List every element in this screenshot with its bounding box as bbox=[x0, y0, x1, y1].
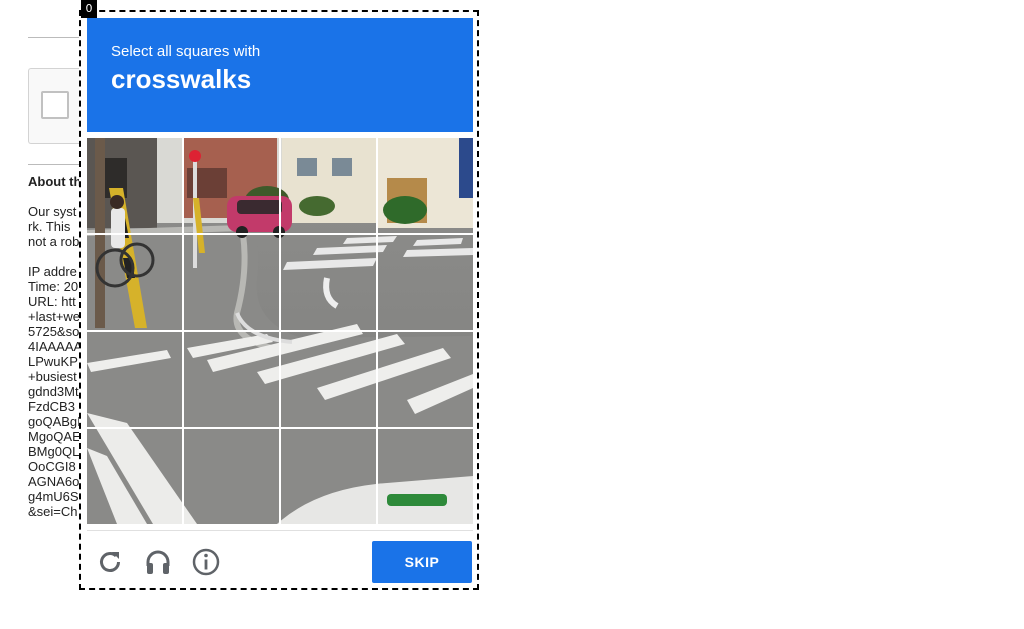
about-text-line: LPwuKPI bbox=[28, 354, 80, 369]
audio-icon[interactable] bbox=[142, 546, 174, 578]
about-text-line: gdnd3Mt bbox=[28, 384, 79, 399]
tile-image bbox=[378, 235, 473, 330]
image-tile[interactable] bbox=[281, 138, 376, 233]
about-text-line: +last+we bbox=[28, 309, 80, 324]
image-tile[interactable] bbox=[378, 332, 473, 427]
tile-image bbox=[378, 429, 473, 524]
image-tile[interactable] bbox=[184, 429, 279, 524]
image-tile[interactable] bbox=[281, 332, 376, 427]
tile-image bbox=[87, 332, 182, 427]
image-tile[interactable] bbox=[87, 235, 182, 330]
about-text-line: Time: 20 bbox=[28, 279, 79, 294]
about-text-line: 4IAAAAA bbox=[28, 339, 80, 354]
challenge-header: Select all squares with crosswalks bbox=[87, 18, 473, 132]
about-text-line: URL: htt bbox=[28, 294, 76, 309]
image-tile[interactable] bbox=[184, 138, 279, 233]
tile-image bbox=[281, 235, 376, 330]
about-text-line: FzdCB3 bbox=[28, 399, 75, 414]
tile-image bbox=[184, 429, 279, 524]
tile-image bbox=[87, 429, 182, 524]
image-tile[interactable] bbox=[281, 429, 376, 524]
skip-button[interactable]: SKIP bbox=[372, 541, 472, 583]
about-text-line: g4mU6S bbox=[28, 489, 79, 504]
tile-image bbox=[281, 429, 376, 524]
challenge-target: crosswalks bbox=[111, 64, 252, 94]
image-tile[interactable] bbox=[281, 235, 376, 330]
about-text-line: &sei=Ch bbox=[28, 504, 78, 519]
challenge-counter: 0 bbox=[81, 0, 97, 18]
about-text-line: not a rob bbox=[28, 234, 80, 249]
recaptcha-checkbox[interactable] bbox=[41, 91, 69, 119]
about-text-line: MgoQAE bbox=[28, 429, 80, 444]
tile-image bbox=[87, 138, 182, 233]
about-text-line: AGNA6o bbox=[28, 474, 80, 489]
tile-image bbox=[184, 332, 279, 427]
footer-divider bbox=[87, 530, 473, 531]
about-text-line: OoCGI8 bbox=[28, 459, 76, 474]
about-heading: About th bbox=[28, 174, 80, 189]
tile-image bbox=[281, 332, 376, 427]
about-text-line: IP addre bbox=[28, 264, 77, 279]
about-text-line: 5725&so bbox=[28, 324, 80, 339]
about-text-line: goQABgI bbox=[28, 414, 80, 429]
tile-image bbox=[87, 235, 182, 330]
image-tile[interactable] bbox=[184, 332, 279, 427]
image-grid bbox=[87, 138, 473, 524]
image-tile[interactable] bbox=[378, 138, 473, 233]
tile-image bbox=[281, 138, 376, 233]
image-tile[interactable] bbox=[378, 235, 473, 330]
image-tile[interactable] bbox=[184, 235, 279, 330]
about-text-line: rk. This bbox=[28, 219, 71, 234]
tile-image bbox=[184, 138, 279, 233]
about-text-line: +busiest bbox=[28, 369, 77, 384]
image-tile[interactable] bbox=[87, 429, 182, 524]
image-tile[interactable] bbox=[87, 332, 182, 427]
tile-image bbox=[378, 332, 473, 427]
image-tile[interactable] bbox=[87, 138, 182, 233]
info-icon[interactable] bbox=[190, 546, 222, 578]
tile-image bbox=[378, 138, 473, 233]
about-text-line: BMg0QL bbox=[28, 444, 80, 459]
about-text-line: Our syst bbox=[28, 204, 77, 219]
challenge-instruction: Select all squares with bbox=[111, 43, 261, 60]
image-tile[interactable] bbox=[378, 429, 473, 524]
reload-icon[interactable] bbox=[94, 546, 126, 578]
tile-image bbox=[184, 235, 279, 330]
